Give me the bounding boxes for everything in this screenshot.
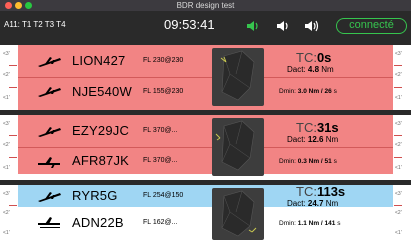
level-scale-left: <3' <2' <1' — [0, 45, 18, 110]
clock: 09:53:41 — [164, 17, 215, 32]
level-scale-left: <3' <2' <1' — [0, 115, 18, 180]
level-scale-left: <3' <2' <1' — [0, 185, 18, 241]
flight-row-top[interactable]: LION427 FL 230@230 — [18, 45, 393, 77]
actual-distance: Dact: 12.6 Nm — [287, 135, 339, 144]
time-to-conflict: TC:0s — [296, 50, 332, 65]
flight-level: FL 254@150 — [143, 192, 184, 199]
actual-distance: Dact: 24.7 Nm — [287, 199, 339, 208]
plane-climbing-icon — [38, 127, 61, 137]
level-scale-right: <3' <2' <1' — [393, 115, 411, 180]
minimum-distance: Dmin: 1.1 Nm / 141 s — [279, 220, 341, 227]
minimum-distance: Dmin: 0.3 Nm / 51 s — [279, 158, 337, 165]
speaker-loud-icon[interactable] — [304, 18, 320, 34]
callsign: LION427 — [72, 53, 126, 68]
plane-level-icon — [38, 217, 60, 228]
callsign: NJE540W — [72, 84, 132, 99]
speaker-active-icon[interactable] — [245, 18, 261, 34]
flight-level: FL 370@... — [143, 157, 178, 164]
status-bar: A11: T1 T2 T3 T4 09:53:41 connecté — [0, 11, 411, 40]
level-scale-right: <3' <2' <1' — [393, 185, 411, 241]
speaker-icon[interactable] — [275, 18, 291, 34]
level-scale-right: <3' <2' <1' — [393, 45, 411, 110]
callsign: AFR87JK — [72, 153, 130, 168]
time-to-conflict: TC:31s — [296, 120, 339, 135]
sector-list: A11: T1 T2 T3 T4 — [4, 20, 66, 29]
flight-level: FL 162@... — [143, 219, 178, 226]
actual-distance: Dact: 4.8 Nm — [287, 65, 334, 74]
callsign: ADN22B — [72, 215, 124, 230]
plane-climbing-icon — [38, 192, 61, 202]
conflict-radar-thumbnail[interactable] — [212, 118, 264, 176]
conflict-group[interactable]: <3' <2' <1' RYR5G FL 254@150 ADN22B FL 1… — [0, 184, 411, 241]
conflict-group[interactable]: <3' <2' <1' LION427 FL 230@230 NJE540W F… — [0, 45, 411, 110]
plane-descending-icon — [38, 157, 60, 168]
window-title: BDR design test — [176, 1, 235, 10]
flight-level: FL 370@... — [143, 127, 178, 134]
conflict-group[interactable]: <3' <2' <1' EZY29JC FL 370@... AFR87JK F… — [0, 115, 411, 180]
plane-climbing-icon — [38, 87, 61, 97]
flight-level: FL 155@230 — [143, 88, 184, 95]
flight-level: FL 230@230 — [143, 57, 184, 64]
conflict-radar-thumbnail[interactable] — [212, 188, 264, 240]
callsign: EZY29JC — [72, 123, 130, 138]
conflict-radar-thumbnail[interactable] — [212, 48, 264, 106]
callsign: RYR5G — [72, 188, 118, 203]
time-to-conflict: TC:113s — [296, 184, 346, 199]
minimum-distance: Dmin: 3.0 Nm / 26 s — [279, 88, 337, 95]
plane-climbing-icon — [38, 57, 61, 67]
connection-status-button[interactable]: connecté — [336, 18, 407, 34]
window-titlebar: BDR design test — [0, 0, 411, 11]
